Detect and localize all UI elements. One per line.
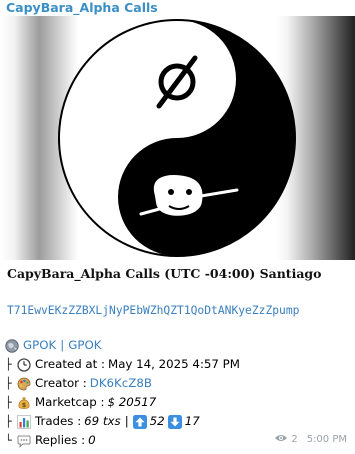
replies-label: Replies :	[35, 433, 86, 447]
yin-yang-capybara-image	[58, 19, 296, 257]
message-time: 5:00 PM	[306, 434, 347, 445]
up-arrow-icon	[132, 414, 147, 429]
tree-end: └	[5, 434, 12, 447]
created-value: May 14, 2025 4:57 PM	[108, 357, 240, 371]
speech-bubble-icon	[17, 434, 31, 448]
trades-separator: |	[124, 414, 129, 428]
created-label: Created at :	[35, 357, 106, 371]
token-separator: |	[60, 338, 65, 352]
trades-label: Trades :	[35, 414, 82, 428]
trades-txs: 69 txs	[84, 414, 121, 428]
sender-name[interactable]: CapyBara_Alpha Calls	[6, 0, 158, 16]
marketcap-value: $ 20517	[107, 395, 157, 409]
clock-icon	[17, 357, 31, 372]
svg-text:$: $	[22, 401, 27, 409]
creator-row: ├ Creator : DK6KcZ8B	[5, 374, 350, 393]
message-title: CapyBara_Alpha Calls (UTC -04:00) Santia…	[7, 266, 322, 281]
trades-buys: 52	[149, 414, 165, 428]
marketcap-row: ├ $ Marketcap : $ 20517	[5, 393, 350, 412]
message-image[interactable]	[0, 16, 355, 260]
tree-branch: ├	[5, 396, 12, 409]
replies-value: 0	[88, 433, 96, 447]
token-symbol-link[interactable]: GPOK	[23, 336, 56, 355]
tree-branch: ├	[5, 377, 12, 390]
trades-row: ├ Trades : 69 txs | 52 17	[5, 412, 350, 431]
money-bag-icon: $	[17, 396, 31, 410]
marketcap-label: Marketcap :	[35, 395, 105, 409]
globe-icon	[5, 338, 19, 353]
tree-branch: ├	[5, 358, 12, 371]
token-row: GPOK | GPOK	[5, 336, 350, 355]
eye-icon	[274, 433, 288, 446]
bar-chart-icon	[17, 414, 31, 429]
creator-label: Creator :	[35, 376, 87, 390]
trades-sells: 17	[184, 414, 200, 428]
view-count: 2	[291, 434, 298, 445]
created-row: ├ Created at : May 14, 2025 4:57 PM	[5, 355, 350, 374]
contract-address[interactable]: T71EwvEKzZZBXLjNyPEbWZhQZT1QoDtANKyeZzZp…	[7, 304, 299, 317]
down-arrow-icon	[167, 414, 182, 429]
message-meta: 2 5:00 PM	[274, 433, 347, 446]
tree-branch: ├	[5, 415, 12, 428]
creator-link[interactable]: DK6KcZ8B	[90, 374, 152, 393]
token-name-link[interactable]: GPOK	[68, 336, 101, 355]
palette-icon	[17, 377, 31, 391]
